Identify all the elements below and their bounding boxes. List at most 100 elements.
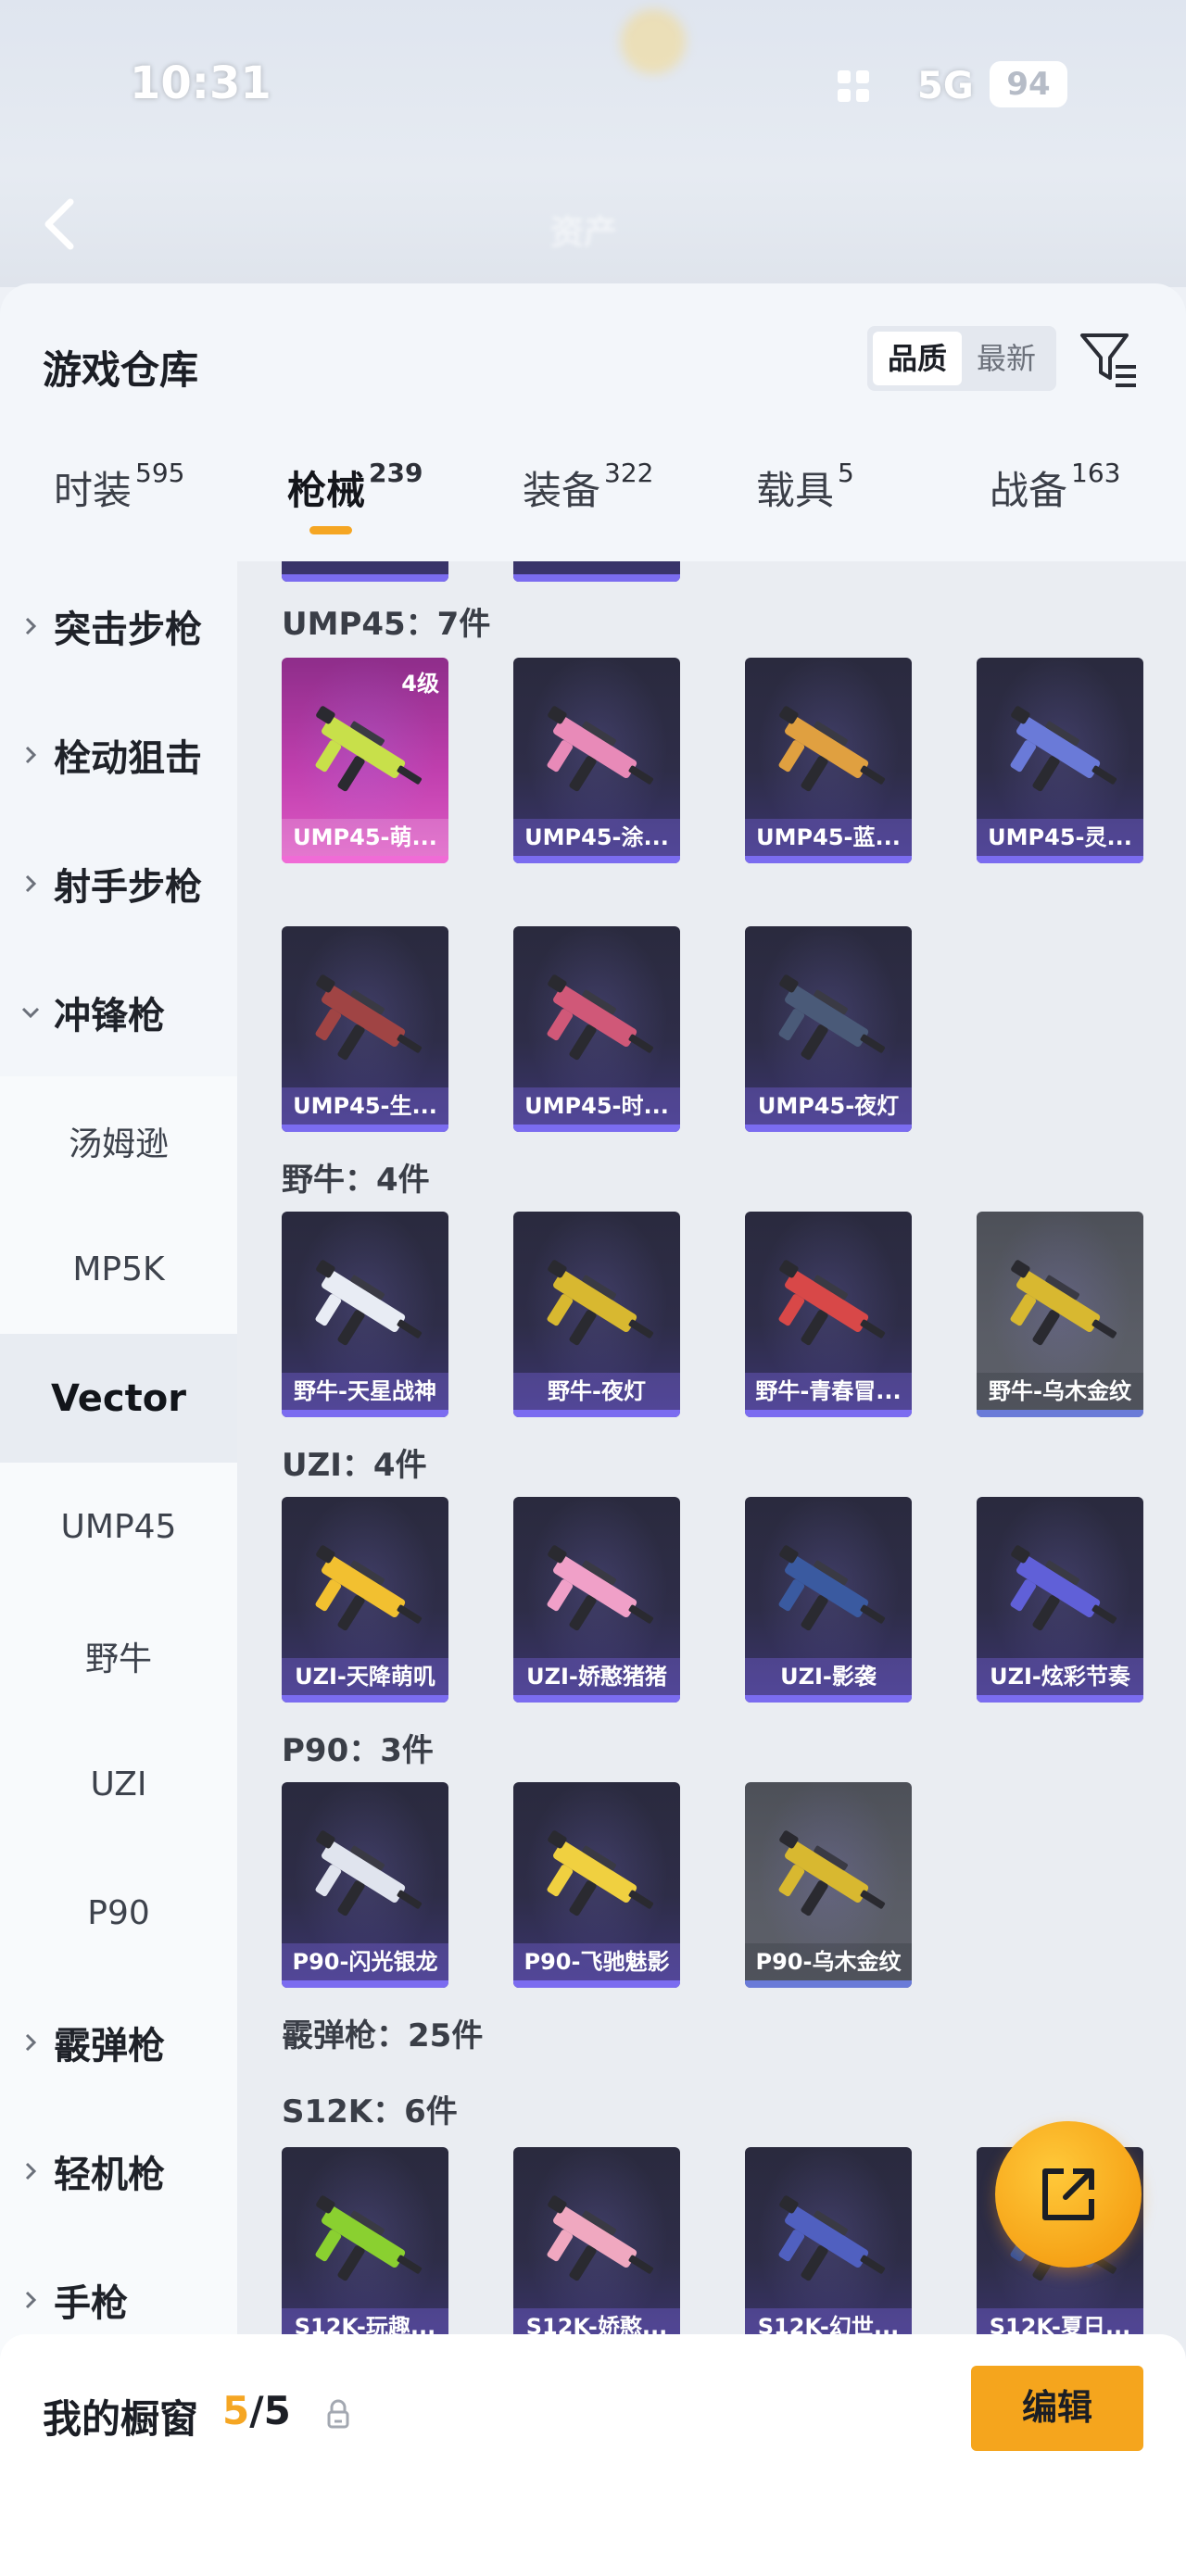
skin-card[interactable]: UMP45-时... — [513, 926, 680, 1132]
skin-card[interactable]: UMP45-灵... — [977, 658, 1143, 863]
sidebar-item-label: 射手步枪 — [54, 865, 202, 909]
skin-card[interactable]: 野牛-天星战神 — [282, 1212, 448, 1417]
chevron-down-icon — [21, 1007, 40, 1018]
skin-card[interactable]: P90-飞驰魅影 — [513, 1782, 680, 1988]
share-fab-button[interactable] — [995, 2121, 1142, 2268]
sort-toggle: 品质 最新 — [867, 326, 1056, 391]
tab-assets-blurred[interactable]: 资产 — [550, 206, 617, 254]
sidebar-item-bolt-sniper[interactable]: 栓动狙击 — [0, 690, 237, 819]
skin-card-partial[interactable] — [513, 561, 680, 582]
sort-latest-button[interactable]: 最新 — [962, 332, 1051, 385]
sidebar-subitem-bison[interactable]: 野牛 — [0, 1591, 237, 1720]
skin-card-name: UZI-炫彩节奏 — [977, 1658, 1143, 1695]
skin-card[interactable]: 野牛-青春冒... — [745, 1212, 912, 1417]
network-indicator: 5G — [917, 65, 974, 107]
sidebar-item-assault-rifle[interactable]: 突击步枪 — [0, 561, 237, 690]
lock-icon — [327, 2399, 349, 2429]
weapon-skin-image — [547, 974, 654, 1061]
skin-card[interactable]: P90-乌木金纹 — [745, 1782, 912, 1988]
back-arrow-icon[interactable] — [41, 196, 78, 252]
tab-count: 322 — [604, 458, 654, 488]
skin-card[interactable]: S12K-玩趣... — [282, 2147, 448, 2353]
status-bar-area: 10:31 5G 94 资产 — [0, 0, 1186, 287]
skin-card[interactable]: UMP45-生... — [282, 926, 448, 1132]
section-label-p90: P90：3件 — [282, 1732, 434, 1769]
tab-equipment[interactable]: 装备 322 — [523, 458, 654, 516]
sidebar-subitem-p90[interactable]: P90 — [0, 1849, 237, 1978]
skin-card-name: P90-乌木金纹 — [745, 1943, 912, 1980]
tab-vehicles[interactable]: 载具 5 — [756, 458, 854, 516]
sidebar-subitem-mp5k[interactable]: MP5K — [0, 1205, 237, 1334]
card-rarity-bar — [977, 1410, 1143, 1417]
chevron-right-icon — [25, 746, 37, 763]
page-title: 游戏仓库 — [43, 347, 199, 393]
section-label-uzi: UZI：4件 — [282, 1447, 427, 1484]
weapon-skin-image — [547, 1830, 654, 1916]
sidebar-item-lmg[interactable]: 轻机枪 — [0, 2106, 237, 2235]
skin-card[interactable]: 4级 UMP45-萌... — [282, 658, 448, 863]
sidebar-item-smg[interactable]: 冲锋枪 — [0, 948, 237, 1076]
edit-showcase-button[interactable]: 编辑 — [971, 2366, 1143, 2451]
weapon-skin-image — [1010, 1545, 1117, 1631]
skin-card[interactable]: UZI-炫彩节奏 — [977, 1497, 1143, 1703]
weapon-skin-image — [315, 1260, 423, 1346]
level-badge: 4级 — [401, 671, 439, 697]
skin-card-name: UMP45-夜灯 — [745, 1087, 912, 1125]
skin-card-name: UZI-影袭 — [745, 1658, 912, 1695]
skin-card[interactable]: 野牛-乌木金纹 — [977, 1212, 1143, 1417]
weapon-skin-image — [547, 1260, 654, 1346]
skin-card-name: 野牛-青春冒... — [745, 1373, 912, 1410]
skin-card[interactable]: UZI-影袭 — [745, 1497, 912, 1703]
tab-gear[interactable]: 战备 163 — [990, 458, 1120, 516]
skin-card[interactable]: P90-闪光银龙 — [282, 1782, 448, 1988]
filter-icon[interactable] — [1079, 330, 1140, 391]
skin-card[interactable]: 野牛-夜灯 — [513, 1212, 680, 1417]
tab-fashion[interactable]: 时装 595 — [54, 458, 185, 516]
skin-card-name: 野牛-天星战神 — [282, 1373, 448, 1410]
sidebar-item-label: 轻机枪 — [54, 2153, 165, 2196]
skin-card[interactable]: UZI-天降萌叽 — [282, 1497, 448, 1703]
tab-label: 时装 — [54, 468, 132, 513]
skin-card[interactable]: UZI-娇憨猪猪 — [513, 1497, 680, 1703]
showcase-bar: 我的橱窗 5/5 编辑 — [0, 2334, 1186, 2576]
tab-firearms[interactable]: 枪械 239 — [287, 458, 423, 516]
sidebar-item-marksman-rifle[interactable]: 射手步枪 — [0, 819, 237, 948]
tab-label: 战备 — [990, 468, 1068, 513]
sidebar-item-label: 突击步枪 — [54, 608, 202, 651]
skin-card[interactable]: S12K-娇憨... — [513, 2147, 680, 2353]
sidebar-item-label: 冲锋枪 — [54, 994, 165, 1037]
skin-card[interactable]: UMP45-夜灯 — [745, 926, 912, 1132]
chevron-right-icon — [25, 2162, 37, 2180]
tab-count: 239 — [369, 458, 423, 488]
tab-count: 595 — [135, 458, 185, 488]
sidebar-subitem-label: MP5K — [72, 1250, 165, 1288]
skin-card-name: UMP45-蓝... — [745, 819, 912, 856]
active-tab-indicator — [309, 526, 352, 534]
weapon-skin-image — [778, 706, 886, 792]
sort-quality-button[interactable]: 品质 — [873, 332, 962, 385]
tab-count: 5 — [838, 458, 854, 488]
skin-card[interactable]: UMP45-涂... — [513, 658, 680, 863]
sidebar-subitem-vector[interactable]: Vector — [0, 1334, 237, 1463]
card-rarity-bar — [745, 1695, 912, 1703]
battery-indicator: 94 — [990, 61, 1067, 107]
section-label-bison: 野牛：4件 — [282, 1162, 430, 1199]
card-rarity-bar — [282, 856, 448, 863]
sidebar-item-label: 栓动狙击 — [54, 736, 202, 780]
chevron-right-icon — [25, 2291, 37, 2308]
skin-card-partial[interactable] — [282, 561, 448, 582]
weapon-skin-grid: UMP45：7件 野牛：4件 UZI：4件 P90：3件 霰弹枪：25件 S12… — [237, 561, 1186, 2576]
showcase-title: 我的橱窗 — [43, 2396, 199, 2442]
sidebar-subitem-thompson[interactable]: 汤姆逊 — [0, 1076, 237, 1205]
sidebar-item-label: 手枪 — [54, 2281, 128, 2325]
showcase-count: 5/5 — [222, 2388, 291, 2433]
card-rarity-bar — [513, 1695, 680, 1703]
sidebar-subitem-ump45[interactable]: UMP45 — [0, 1463, 237, 1591]
card-rarity-bar — [513, 1980, 680, 1988]
skin-card[interactable]: S12K-幻世... — [745, 2147, 912, 2353]
skin-card[interactable]: UMP45-蓝... — [745, 658, 912, 863]
sidebar-subitem-uzi[interactable]: UZI — [0, 1720, 237, 1849]
sidebar-item-shotgun[interactable]: 霰弹枪 — [0, 1978, 237, 2106]
weapon-skin-image — [315, 706, 423, 792]
card-rarity-bar — [745, 1410, 912, 1417]
